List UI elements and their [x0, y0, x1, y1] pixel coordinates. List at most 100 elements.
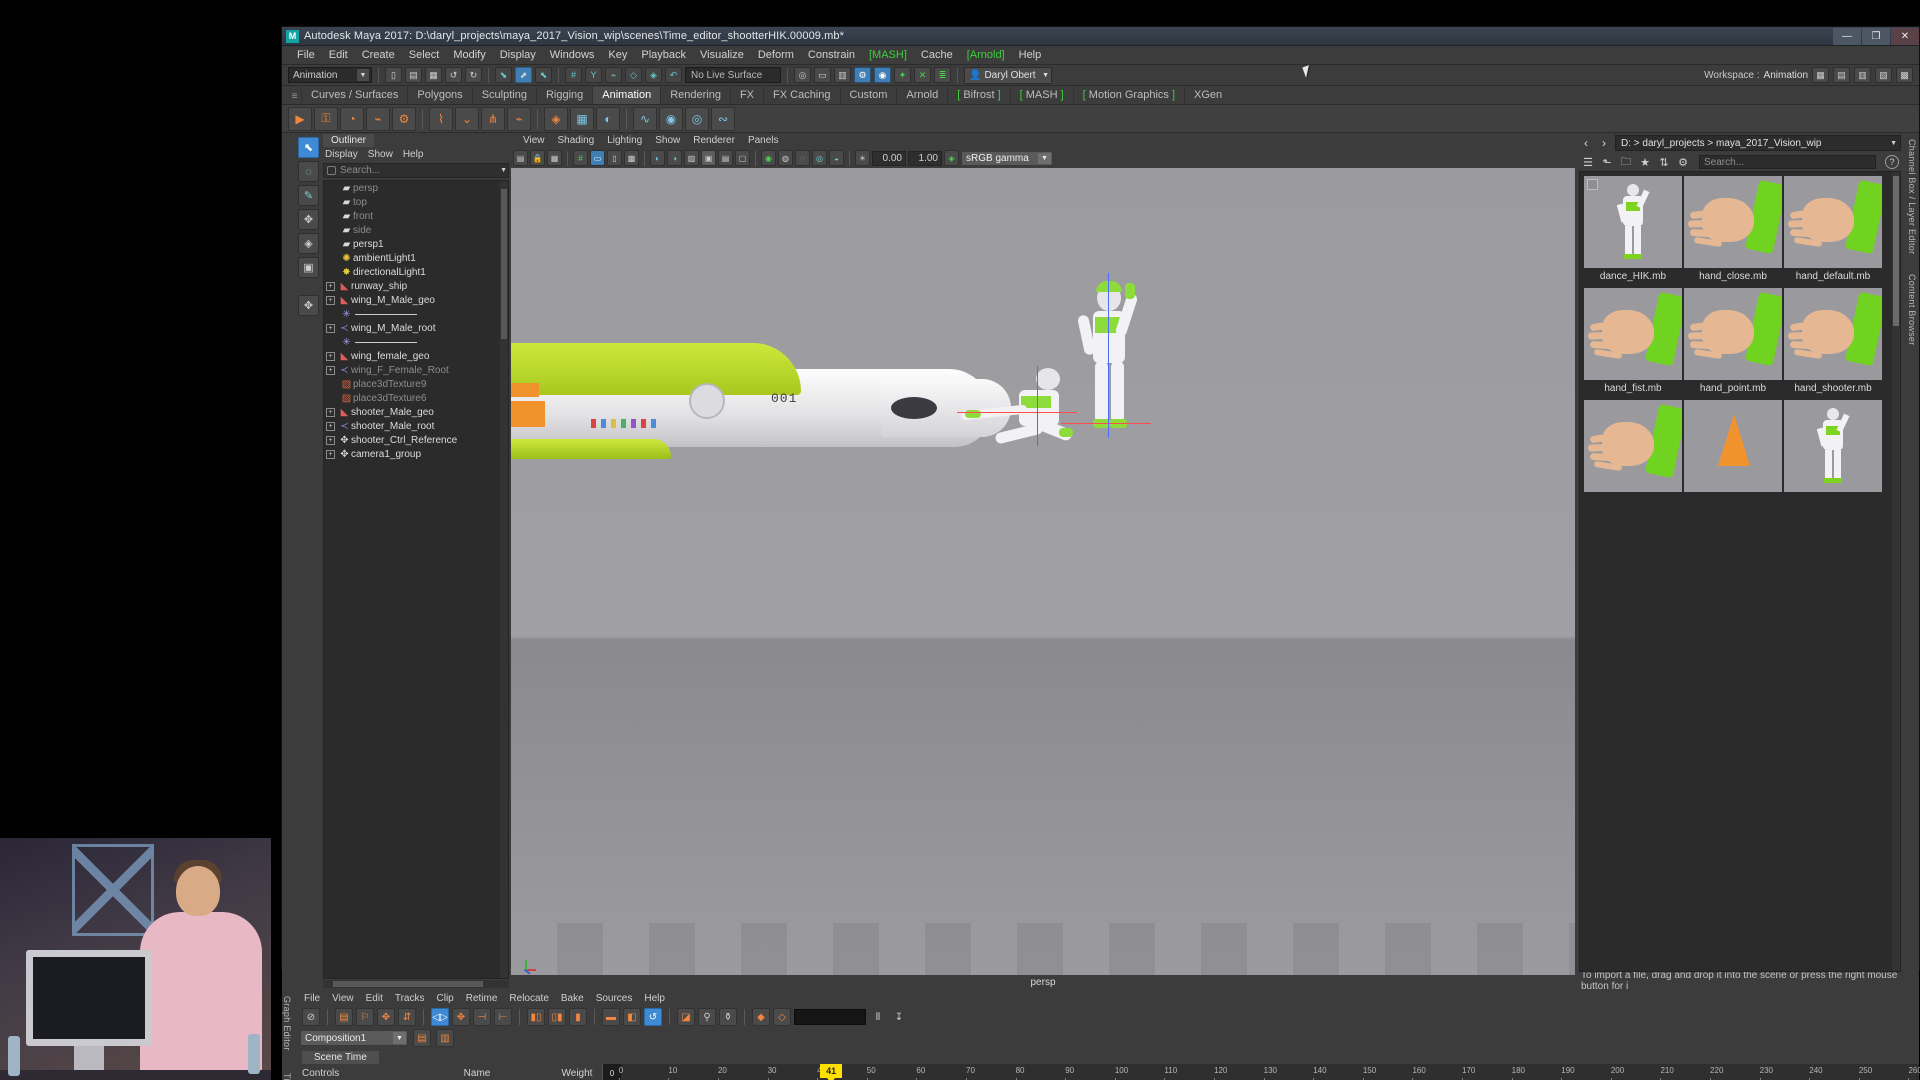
soft-mod-icon[interactable]: ◎ [685, 106, 709, 131]
menu-item-modify[interactable]: Modify [446, 46, 492, 65]
light-editor-icon[interactable]: ✦ [894, 67, 911, 83]
viewport-menu-view[interactable]: View [523, 135, 545, 146]
shelf-tab-xgen[interactable]: XGen [1184, 87, 1231, 104]
snap-to-projected-center-icon[interactable]: ◇ [625, 67, 642, 83]
time-editor-playhead[interactable]: 41 [820, 1064, 843, 1080]
workspace-selector[interactable]: Workspace : Animation ▦ ▤ ▥ ▧ ▩ [1704, 67, 1913, 83]
save-scene-icon[interactable]: ▦ [425, 67, 442, 83]
select-by-component-icon[interactable]: ⬉ [535, 67, 552, 83]
trim-start-icon[interactable]: ⊣ [473, 1008, 491, 1026]
maximize-button[interactable]: ❐ [1862, 27, 1890, 45]
menu-item-select[interactable]: Select [402, 46, 447, 65]
dance-character-rig[interactable] [1051, 273, 1171, 468]
ik-spline-icon[interactable]: ⌄ [455, 106, 479, 131]
gamma-field[interactable]: 1.00 [908, 150, 942, 166]
filter-icon[interactable]: ⇅ [1657, 155, 1671, 169]
outliner-item[interactable]: + ◣ wing_M_Male_geo [324, 293, 508, 307]
outliner-item[interactable]: ▰ persp1 [324, 237, 508, 251]
render-settings-icon[interactable]: ⚙ [854, 67, 871, 83]
rotate-tool[interactable]: ◈ [298, 233, 319, 254]
expand-toggle-icon[interactable]: + [326, 449, 335, 459]
content-browser-rail-label[interactable]: Content Browser [1907, 254, 1917, 346]
time-editor-menu-clip[interactable]: Clip [437, 993, 454, 1004]
add-keyframe-icon[interactable]: ◆ [752, 1008, 770, 1026]
outliner-item[interactable]: ▰ persp [324, 181, 508, 195]
shelf-tab-fx[interactable]: FX [729, 87, 763, 104]
outliner-item[interactable]: + ◣ shooter_Male_geo [324, 405, 508, 419]
rig-control-curve[interactable] [1061, 423, 1151, 424]
outliner-item[interactable]: + ✥ shooter_Ctrl_Reference [324, 433, 508, 447]
content-browser-file-cell[interactable]: hand_close.mb [1684, 176, 1782, 286]
file-thumbnail[interactable] [1684, 400, 1782, 492]
move-tool[interactable]: ✥ [298, 209, 319, 230]
outliner-horizontal-scrollbar[interactable] [323, 980, 509, 988]
time-editor-menu-file[interactable]: File [304, 993, 320, 1004]
workspace-layout-icon[interactable]: ▧ [1875, 67, 1892, 83]
use-default-material-icon[interactable]: ◍ [778, 150, 793, 166]
favorite-star-icon[interactable]: ★ [1638, 155, 1652, 169]
content-browser-file-cell[interactable]: hand_fist.mb [1584, 288, 1682, 398]
render-layers-icon[interactable]: ≣ [934, 67, 951, 83]
outliner-item[interactable]: ✳ [324, 307, 508, 321]
content-browser-file-cell[interactable]: hand_default.mb [1784, 176, 1882, 286]
render-view-icon[interactable]: ◎ [794, 67, 811, 83]
content-browser-file-cell[interactable] [1784, 400, 1882, 499]
scene-time-tab[interactable]: Scene Time [302, 1051, 379, 1064]
disable-all-icon[interactable]: ⊘ [302, 1008, 320, 1026]
gear-icon[interactable]: ⚙ [1676, 155, 1690, 169]
file-thumbnail[interactable] [1584, 400, 1682, 492]
outliner-item[interactable]: + ◣ runway_ship [324, 279, 508, 293]
outliner-item[interactable]: ✳ [324, 335, 508, 349]
time-editor-ruler[interactable]: 0 01020304050607080901001101201301401501… [602, 1064, 1920, 1080]
viewport-menu-show[interactable]: Show [655, 135, 680, 146]
film-gate-icon[interactable]: ▭ [590, 150, 605, 166]
exposure-field[interactable]: 0.00 [872, 150, 906, 166]
snap-to-grid-icon[interactable]: # [565, 67, 582, 83]
scrollbar-thumb[interactable] [333, 981, 483, 987]
align-character-icon[interactable]: ⚲ [698, 1008, 716, 1026]
trim-clip-icon[interactable]: ▯▮ [548, 1008, 566, 1026]
viewport-menu-lighting[interactable]: Lighting [607, 135, 642, 146]
wireframe-icon[interactable]: ▨ [684, 150, 699, 166]
menu-item-cache[interactable]: Cache [914, 46, 960, 65]
wrap-deform-icon[interactable]: ◉ [659, 106, 683, 131]
forward-arrow-icon[interactable]: › [1597, 135, 1611, 151]
shelf-tab-mash[interactable]: MASH [1009, 87, 1073, 104]
relocate-icon[interactable]: ✥ [452, 1008, 470, 1026]
minimize-button[interactable]: — [1833, 27, 1861, 45]
shelf-tab-custom[interactable]: Custom [839, 87, 897, 104]
ghost-clip-icon[interactable]: ◪ [677, 1008, 695, 1026]
shelf-tab-curves-surfaces[interactable]: Curves / Surfaces [301, 87, 407, 104]
new-folder-icon[interactable]: 🗀 [1619, 155, 1633, 169]
select-by-hierarchy-icon[interactable]: ⬊ [495, 67, 512, 83]
outliner-item[interactable]: + ≺ wing_F_Female_Root [324, 363, 508, 377]
xray-joints-icon[interactable]: ◎ [812, 150, 827, 166]
snap-to-point-icon[interactable]: ⌁ [605, 67, 622, 83]
ipr-render-icon[interactable]: ▥ [834, 67, 851, 83]
color-management-toggle-icon[interactable]: ◈ [944, 150, 959, 166]
split-clip-icon[interactable]: ▮▯ [527, 1008, 545, 1026]
textured-icon[interactable]: ◉ [761, 150, 776, 166]
time-editor-menu-view[interactable]: View [332, 993, 354, 1004]
keyframe-cycle-icon[interactable]: ◇ [773, 1008, 791, 1026]
paint-select-tool[interactable]: ✎ [298, 185, 319, 206]
outliner-item[interactable]: ▰ side [324, 223, 508, 237]
shelf-tab-polygons[interactable]: Polygons [407, 87, 471, 104]
open-scene-icon[interactable]: ▤ [405, 67, 422, 83]
chevron-down-icon[interactable]: ▼ [1890, 140, 1897, 147]
cluster-icon[interactable]: ◈ [544, 106, 568, 131]
bake-icon[interactable]: ⚙ [392, 106, 416, 131]
render-current-frame-icon[interactable]: ▭ [814, 67, 831, 83]
ghost-icon[interactable]: ◔ [340, 106, 364, 131]
file-thumbnail[interactable] [1684, 288, 1782, 380]
lattice-icon[interactable]: ▦ [570, 106, 594, 131]
outliner-item[interactable]: ▨ place3dTexture6 [324, 391, 508, 405]
ik-handle-icon[interactable]: ⌇ [429, 106, 453, 131]
exposure-icon[interactable]: ☀ [855, 150, 870, 166]
menu-item-display[interactable]: Display [493, 46, 543, 65]
gate-mask-icon[interactable]: ▩ [624, 150, 639, 166]
outliner-item[interactable]: + ◣ wing_female_geo [324, 349, 508, 363]
3d-viewport[interactable]: 001 [511, 168, 1575, 975]
outliner-menu-show[interactable]: Show [368, 149, 393, 160]
menu-item-edit[interactable]: Edit [322, 46, 355, 65]
